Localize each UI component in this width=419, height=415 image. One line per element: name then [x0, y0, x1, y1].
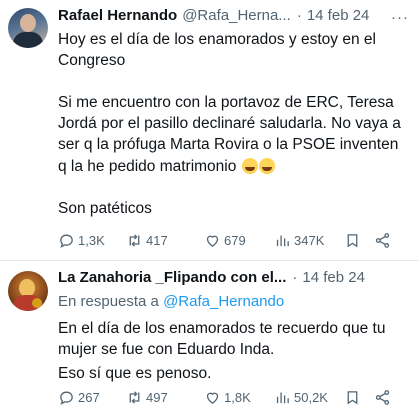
views-count: 50,2K — [294, 390, 328, 405]
tweet-content: Rafael Hernando @Rafa_Herna... · 14 feb … — [58, 7, 411, 219]
tweet-date[interactable]: 14 feb 24 — [307, 7, 370, 24]
tweet-paragraph: Hoy es el día de los enamorados y estoy … — [58, 31, 376, 69]
tweet-header: La Zanahoria _Flipando con el... · 14 fe… — [58, 269, 411, 291]
tweet-paragraph: Eso sí que es penoso. — [58, 365, 212, 382]
tweet-content: La Zanahoria _Flipando con el... · 14 fe… — [58, 269, 411, 384]
laughing-emoji-icon — [258, 158, 275, 174]
views-chart-icon — [276, 392, 289, 404]
reply-icon — [60, 391, 73, 405]
reply-prefix: En respuesta a — [58, 293, 159, 310]
action-bar: 267 497 1,8K 50,2K — [58, 389, 409, 406]
repost-button[interactable]: 417 — [126, 232, 204, 249]
bookmark-button[interactable] — [344, 389, 374, 406]
repost-icon — [129, 234, 140, 247]
like-button[interactable]: 679 — [204, 232, 274, 249]
avatar[interactable] — [8, 8, 48, 48]
timeline: Rafael Hernando @Rafa_Herna... · 14 feb … — [0, 0, 419, 415]
tweet-divider — [0, 260, 419, 261]
views-chart-icon — [276, 235, 289, 247]
share-icon — [375, 233, 390, 248]
repost-count: 497 — [146, 390, 168, 405]
reply-context: En respuesta a @Rafa_Hernando — [58, 291, 411, 312]
tweet-paragraph: Son patéticos — [58, 200, 152, 217]
badge-icon — [32, 298, 42, 308]
separator-dot: · — [292, 269, 298, 286]
author-name[interactable]: La Zanahoria _Flipando con el... — [58, 269, 286, 286]
like-count: 679 — [224, 233, 246, 248]
avatar[interactable] — [8, 271, 48, 311]
avatar-face — [20, 14, 36, 32]
tweet-date[interactable]: 14 feb 24 — [302, 269, 365, 286]
reply-mention-link[interactable]: @Rafa_Hernando — [163, 293, 284, 310]
views-button[interactable]: 347K — [274, 232, 344, 249]
like-button[interactable]: 1,8K — [204, 389, 274, 406]
avatar-body — [13, 32, 43, 48]
heart-icon — [206, 392, 219, 404]
laughing-emoji-icon — [241, 158, 258, 174]
share-icon — [375, 390, 390, 405]
repost-icon — [129, 391, 140, 404]
tweet-header: Rafael Hernando @Rafa_Herna... · 14 feb … — [58, 7, 411, 29]
author-name[interactable]: Rafael Hernando — [58, 7, 177, 24]
share-button[interactable] — [374, 232, 394, 249]
author-handle[interactable]: @Rafa_Herna... — [182, 7, 291, 24]
reply-button[interactable]: 267 — [58, 389, 126, 406]
repost-count: 417 — [146, 233, 168, 248]
tweet-paragraph: En el día de los enamorados te recuerdo … — [58, 320, 386, 358]
bookmark-icon — [347, 391, 358, 405]
tweet-text: Hoy es el día de los enamorados y estoy … — [58, 29, 411, 219]
reply-count: 1,3K — [78, 233, 105, 248]
tweet-paragraph: Si me encuentro con la portavoz de ERC, … — [58, 92, 411, 177]
bookmark-button[interactable] — [344, 232, 374, 249]
bookmark-icon — [347, 234, 358, 248]
reply-icon — [60, 234, 73, 248]
reply-button[interactable]: 1,3K — [58, 232, 126, 249]
views-count: 347K — [294, 233, 325, 248]
tweet[interactable]: Rafael Hernando @Rafa_Herna... · 14 feb … — [0, 0, 419, 262]
separator-dot: · — [296, 7, 302, 24]
more-options-icon[interactable]: ··· — [391, 9, 409, 26]
tweet[interactable]: La Zanahoria _Flipando con el... · 14 fe… — [0, 262, 419, 415]
views-button[interactable]: 50,2K — [274, 389, 344, 406]
repost-button[interactable]: 497 — [126, 389, 204, 406]
share-button[interactable] — [374, 389, 394, 406]
like-count: 1,8K — [224, 390, 251, 405]
heart-icon — [206, 235, 219, 247]
tweet-paragraph-text: Si me encuentro con la portavoz de ERC, … — [58, 94, 401, 175]
action-bar: 1,3K 417 679 347K — [58, 232, 409, 249]
tweet-text: En el día de los enamorados te recuerdo … — [58, 318, 411, 384]
reply-count: 267 — [78, 390, 100, 405]
